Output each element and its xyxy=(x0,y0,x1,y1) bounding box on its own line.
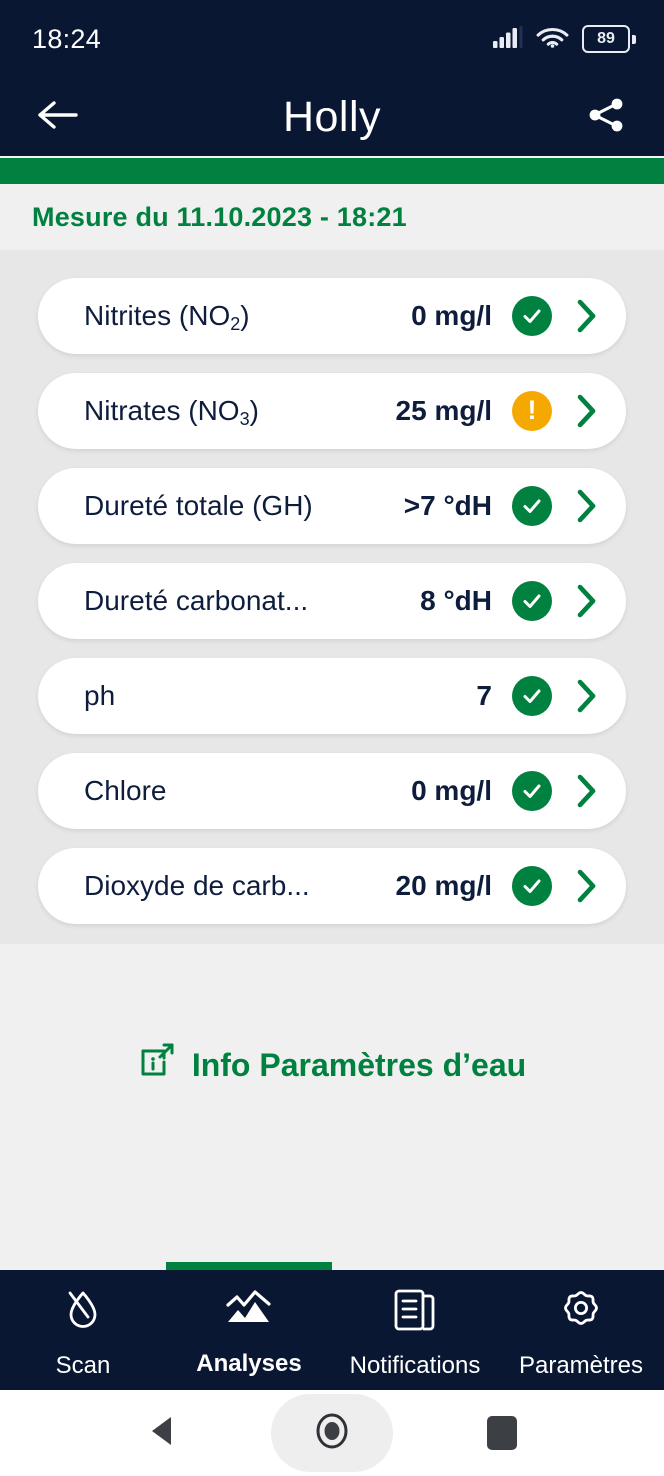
parameter-value: >7 °dH xyxy=(403,490,492,521)
chevron-right-icon[interactable] xyxy=(574,866,600,906)
parameter-label: Dureté carbonat... xyxy=(84,585,309,616)
parameter-label: Nitrates (NO3) xyxy=(84,395,259,427)
status-bar-icons: 89 xyxy=(493,24,636,54)
android-home-circle-icon xyxy=(312,1409,352,1458)
check-circle-icon xyxy=(512,866,552,906)
nav-label: Notifications xyxy=(349,1352,481,1379)
parameter-value: 7 xyxy=(476,680,492,711)
cellular-signal-icon xyxy=(493,25,523,54)
list-item[interactable]: Dureté carbonat... 8 °dH xyxy=(38,563,626,639)
list-item[interactable]: Nitrites (NO2) 0 mg/l xyxy=(38,278,626,354)
android-recents-button[interactable] xyxy=(470,1401,534,1465)
active-tab-indicator xyxy=(166,1262,332,1270)
status-bar-time: 18:24 xyxy=(32,23,102,54)
parameter-list: Nitrites (NO2) 0 mg/l Nitrates (NO3) 25 … xyxy=(0,250,664,944)
nav-item-scan[interactable]: Scan xyxy=(0,1270,166,1390)
parameter-value: 0 mg/l xyxy=(411,300,492,331)
info-section: Info Paramètres d’eau xyxy=(0,944,664,1270)
nav-item-parametres[interactable]: Paramètres xyxy=(498,1270,664,1390)
nav-item-notifications[interactable]: Notifications xyxy=(332,1270,498,1390)
chevron-right-icon[interactable] xyxy=(574,581,600,621)
warning-circle-icon: ! xyxy=(512,391,552,431)
check-circle-icon xyxy=(512,581,552,621)
parameter-label: Dureté totale (GH) xyxy=(84,490,313,521)
parameter-label: Nitrites (NO2) xyxy=(84,300,250,332)
info-link-label: Info Paramètres d’eau xyxy=(191,1046,527,1083)
page-title: Holly xyxy=(282,92,382,141)
check-circle-icon xyxy=(512,486,552,526)
status-bar: 18:24 89 xyxy=(0,0,664,78)
chevron-right-icon[interactable] xyxy=(574,676,600,716)
chevron-right-icon[interactable] xyxy=(574,486,600,526)
list-item[interactable]: Dioxyde de carb... 20 mg/l xyxy=(38,848,626,924)
back-button[interactable] xyxy=(30,89,86,145)
android-back-triangle-icon xyxy=(146,1414,178,1453)
chevron-right-icon[interactable] xyxy=(574,391,600,431)
measurement-date-label: Mesure du 11.10.2023 - 18:21 xyxy=(32,201,407,232)
parameter-label: ph xyxy=(84,680,116,711)
info-external-link-icon xyxy=(138,1042,176,1088)
accent-strip xyxy=(0,158,664,184)
android-home-button[interactable] xyxy=(300,1401,364,1465)
battery-level-label: 89 xyxy=(597,30,615,47)
measurement-header: Mesure du 11.10.2023 - 18:21 xyxy=(0,184,664,250)
list-item[interactable]: Chlore 0 mg/l xyxy=(38,753,626,829)
battery-icon: 89 xyxy=(582,25,636,53)
water-drop-slash-icon xyxy=(59,1286,107,1339)
android-back-button[interactable] xyxy=(130,1401,194,1465)
check-circle-icon xyxy=(512,676,552,716)
parameter-value: 25 mg/l xyxy=(395,395,492,426)
parameter-value: 8 °dH xyxy=(420,585,492,616)
chevron-right-icon[interactable] xyxy=(574,771,600,811)
android-system-navigation xyxy=(0,1390,664,1476)
list-item[interactable]: Nitrates (NO3) 25 mg/l ! xyxy=(38,373,626,449)
list-item[interactable]: ph 7 xyxy=(38,658,626,734)
nav-label: Paramètres xyxy=(518,1352,644,1379)
parameter-label: Chlore xyxy=(84,775,167,806)
parameter-label: Dioxyde de carb... xyxy=(84,870,310,901)
app-screen: 18:24 89 Holly Mesure du 11.10.2023 - 18… xyxy=(0,0,664,1476)
nav-label: Analyses xyxy=(196,1350,302,1377)
gear-icon xyxy=(557,1286,605,1339)
nav-item-analyses[interactable]: Analyses xyxy=(166,1270,332,1390)
share-icon xyxy=(586,95,626,140)
chart-mountain-icon xyxy=(224,1288,274,1337)
bottom-navigation: Scan Analyses Notifications Paramètres xyxy=(0,1262,664,1390)
chevron-right-icon[interactable] xyxy=(574,296,600,336)
wifi-icon xyxy=(536,24,569,54)
list-item[interactable]: Dureté totale (GH) >7 °dH xyxy=(38,468,626,544)
document-lines-icon xyxy=(392,1286,438,1339)
info-water-parameters-link[interactable]: Info Paramètres d’eau xyxy=(138,1042,526,1088)
android-recents-square-icon xyxy=(487,1416,517,1450)
check-circle-icon xyxy=(512,296,552,336)
nav-label: Scan xyxy=(55,1352,111,1379)
check-circle-icon xyxy=(512,771,552,811)
app-bar: Holly xyxy=(0,78,664,158)
share-button[interactable] xyxy=(578,89,634,145)
parameter-value: 0 mg/l xyxy=(411,775,492,806)
back-arrow-icon xyxy=(36,99,80,136)
parameter-value: 20 mg/l xyxy=(395,870,492,901)
